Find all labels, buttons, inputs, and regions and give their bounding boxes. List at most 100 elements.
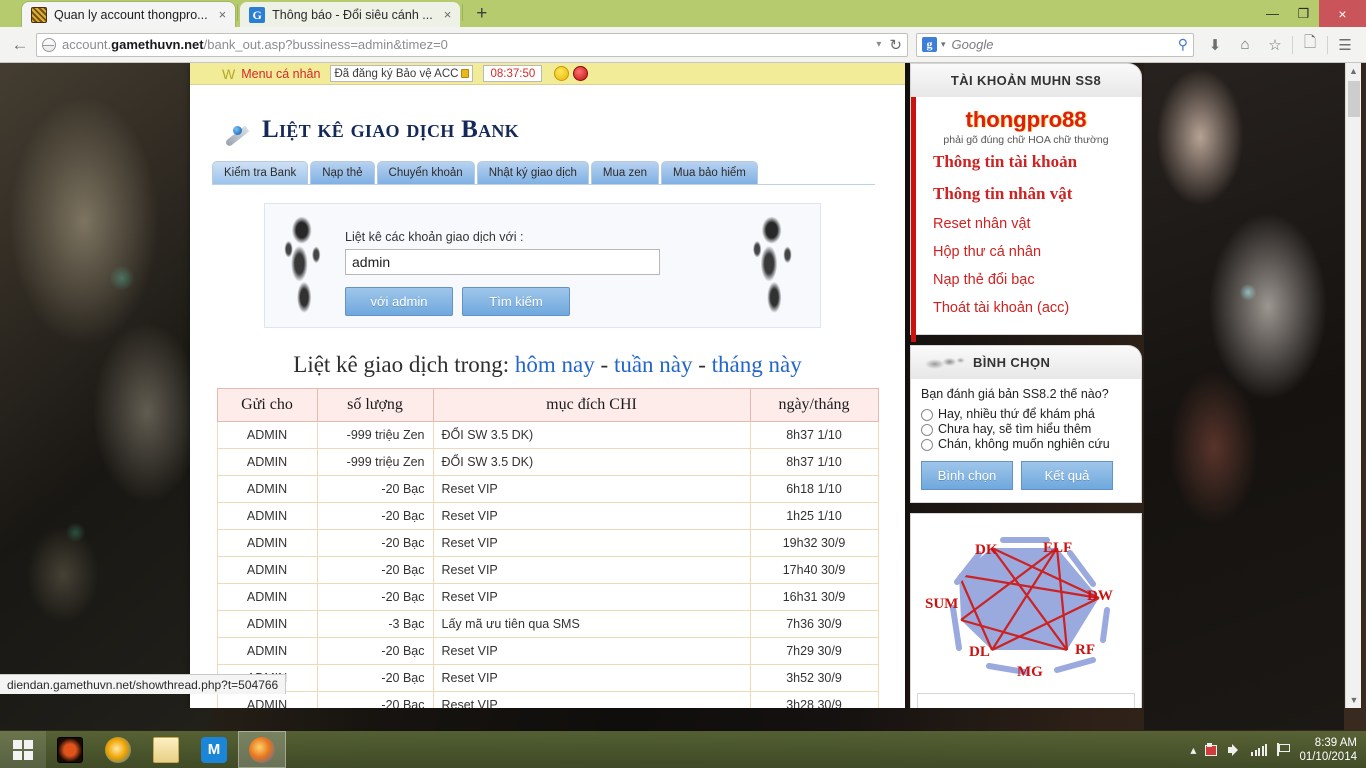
poll-buttons: Bình chọn Kết quả [911, 452, 1141, 492]
close-icon[interactable]: × [219, 7, 227, 22]
google-favicon: G [249, 6, 266, 23]
table-row: ADMIN -20 Bạc Reset VIP 1h25 1/10 [216, 502, 879, 530]
account-search-input[interactable] [345, 249, 660, 275]
address-bar[interactable]: account. gamethuvn.net /bank_out.asp?bus… [36, 32, 908, 57]
browser-tab-1[interactable]: Quan ly account thongpro... × [22, 2, 236, 27]
scroll-up-icon[interactable]: ▲ [1346, 63, 1361, 79]
cell-date: 16h31 30/9 [749, 583, 879, 611]
download-icon[interactable]: ⬇ [1200, 32, 1230, 58]
poll-results-button[interactable]: Kết quả [1021, 461, 1113, 490]
sidebar-item-nap-the-doi-bac[interactable]: Nạp thẻ đổi bạc [911, 266, 1141, 294]
cell-to[interactable]: ADMIN [216, 610, 318, 638]
poll-option-2[interactable]: Chưa hay, sẽ tìm hiểu thêm [911, 422, 1141, 437]
sidebar-item-thoat-tai-khoan[interactable]: Thoát tài khoản (acc) [911, 294, 1141, 322]
chevron-down-icon[interactable]: ▾ [941, 39, 946, 50]
bookmark-star-icon[interactable]: ☆ [1260, 32, 1290, 58]
new-tab-button[interactable]: + [465, 4, 498, 25]
browser-tab-2[interactable]: G Thông báo - Đổi siêu cánh ... × [240, 2, 461, 27]
search-button[interactable]: Tìm kiếm [462, 287, 570, 316]
sidebar-item-thong-tin-nhan-vat[interactable]: Thông tin nhân vật [911, 178, 1141, 210]
radio-icon[interactable] [921, 424, 933, 436]
transactions-body: ADMIN -999 triệu Zen ĐỔI SW 3.5 DK) 8h37… [216, 421, 879, 708]
acc-protect-status: Đã đăng ký Bảo vệ ACC [330, 65, 474, 82]
radio-icon[interactable] [921, 439, 933, 451]
link-this-week[interactable]: tuần này [614, 352, 693, 377]
tab-mua-zen[interactable]: Mua zen [590, 161, 660, 184]
chevron-down-icon[interactable]: ▾ [876, 39, 881, 50]
taskbar-item-firefox[interactable] [238, 731, 286, 768]
search-input[interactable]: Google [952, 37, 1178, 52]
table-row: ADMIN -20 Bạc Reset VIP 16h31 30/9 [216, 583, 879, 611]
cell-to[interactable]: ADMIN [216, 421, 318, 449]
sidebar-item-reset-nhan-vat[interactable]: Reset nhân vật [911, 210, 1141, 238]
th-muc-dich: mục đích CHI [432, 388, 751, 422]
google-icon[interactable]: g [922, 37, 937, 52]
tab-chuyen-khoan[interactable]: Chuyển khoản [376, 161, 475, 184]
node-label-dw: DW [1087, 588, 1113, 604]
cell-to[interactable]: ADMIN [216, 475, 318, 503]
link-this-month[interactable]: tháng này [712, 352, 802, 377]
with-admin-button[interactable]: với admin [345, 287, 453, 316]
class-relationship-diagram: DK ELF DW RF MG DL SUM [910, 513, 1142, 708]
taskbar-item-internet-explorer[interactable] [94, 731, 142, 768]
poll-option-3[interactable]: Chán, không muốn nghiên cứu [911, 437, 1141, 452]
link-today[interactable]: hôm nay [515, 352, 595, 377]
home-icon[interactable]: ⌂ [1230, 32, 1260, 58]
language-icon[interactable] [1276, 743, 1291, 756]
cell-amount: -20 Bạc [316, 556, 434, 584]
emoticons [554, 66, 589, 81]
tab-kiem-tra-bank[interactable]: Kiểm tra Bank [212, 161, 309, 184]
search-icon[interactable]: ⚲ [1178, 36, 1188, 53]
url-prefix: account. [62, 37, 112, 52]
table-row: ADMIN -999 triệu Zen ĐỔI SW 3.5 DK) 8h37… [216, 421, 879, 449]
cell-to[interactable]: ADMIN [216, 448, 318, 476]
poll-option-1[interactable]: Hay, nhiều thứ để khám phá [911, 407, 1141, 422]
radio-icon[interactable] [921, 409, 933, 421]
taskbar-item-maxthon[interactable] [190, 731, 238, 768]
page-scrollbar[interactable]: ▲ ▼ [1345, 63, 1361, 708]
sidebar-item-thong-tin-tai-khoan[interactable]: Thông tin tài khoản [911, 146, 1141, 178]
personal-menu-link[interactable]: Menu cá nhân [241, 67, 320, 81]
taskbar-item-file-explorer[interactable] [142, 731, 190, 768]
close-icon[interactable]: × [444, 7, 452, 22]
cell-to[interactable]: ADMIN [216, 502, 318, 530]
toolbar-icons: ⬇ ⌂ ☆ 🗋 ☰ [1200, 32, 1360, 58]
table-row: ADMIN -3 Bạc Lấy mã ưu tiên qua SMS 7h36… [216, 610, 879, 638]
back-icon[interactable]: ← [6, 32, 34, 58]
maximize-button[interactable]: ❐ [1288, 3, 1319, 24]
page-title-row: Liệt kê giao dịch Bank [190, 85, 905, 147]
network-icon[interactable] [1251, 743, 1268, 756]
browser-tab-2-title: Thông báo - Đổi siêu cánh ... [272, 7, 433, 22]
table-row: ADMIN -20 Bạc Reset VIP 17h40 30/9 [216, 556, 879, 584]
minimize-button[interactable]: — [1257, 3, 1288, 24]
scrollbar-thumb[interactable] [1348, 81, 1360, 117]
tab-mua-bao-hiem[interactable]: Mua bảo hiểm [661, 161, 758, 184]
cell-purpose: Reset VIP [432, 556, 751, 584]
search-bar[interactable]: g ▾ Google ⚲ [916, 32, 1194, 57]
file-explorer-icon [153, 736, 179, 763]
tab-nhat-ky-giao-dich[interactable]: Nhật ký giao dịch [476, 161, 589, 184]
poll-panel-title: BÌNH CHỌN [973, 355, 1051, 370]
reader-icon[interactable]: 🗋 [1295, 32, 1325, 58]
taskbar-clock[interactable]: 8:39 AM 01/10/2014 [1299, 736, 1357, 764]
battery-icon[interactable] [1205, 743, 1219, 756]
cell-to[interactable]: ADMIN [216, 529, 318, 557]
show-hidden-icons[interactable]: ▴ [1190, 743, 1196, 757]
close-window-button[interactable]: × [1319, 0, 1366, 27]
menu-hamburger-icon[interactable]: ☰ [1330, 32, 1360, 58]
sidebar-item-hop-thu-ca-nhan[interactable]: Hộp thư cá nhân [911, 238, 1141, 266]
start-button[interactable] [0, 731, 46, 768]
tab-nap-the[interactable]: Nạp thẻ [310, 161, 375, 184]
taskbar-item-mu-online[interactable] [46, 731, 94, 768]
reload-icon[interactable]: ↻ [889, 36, 902, 54]
node-label-dl: DL [969, 644, 990, 660]
cell-to[interactable]: ADMIN [216, 583, 318, 611]
cell-date: 19h32 30/9 [749, 529, 879, 557]
cell-to[interactable]: ADMIN [216, 637, 318, 665]
volume-icon[interactable] [1228, 743, 1242, 756]
table-row: ADMIN -20 Bạc Reset VIP 6h18 1/10 [216, 475, 879, 503]
scroll-down-icon[interactable]: ▼ [1346, 692, 1362, 708]
vote-button[interactable]: Bình chọn [921, 461, 1013, 490]
cell-to[interactable]: ADMIN [216, 556, 318, 584]
system-tray: ▴ 8:39 AM 01/10/2014 [1190, 736, 1366, 764]
